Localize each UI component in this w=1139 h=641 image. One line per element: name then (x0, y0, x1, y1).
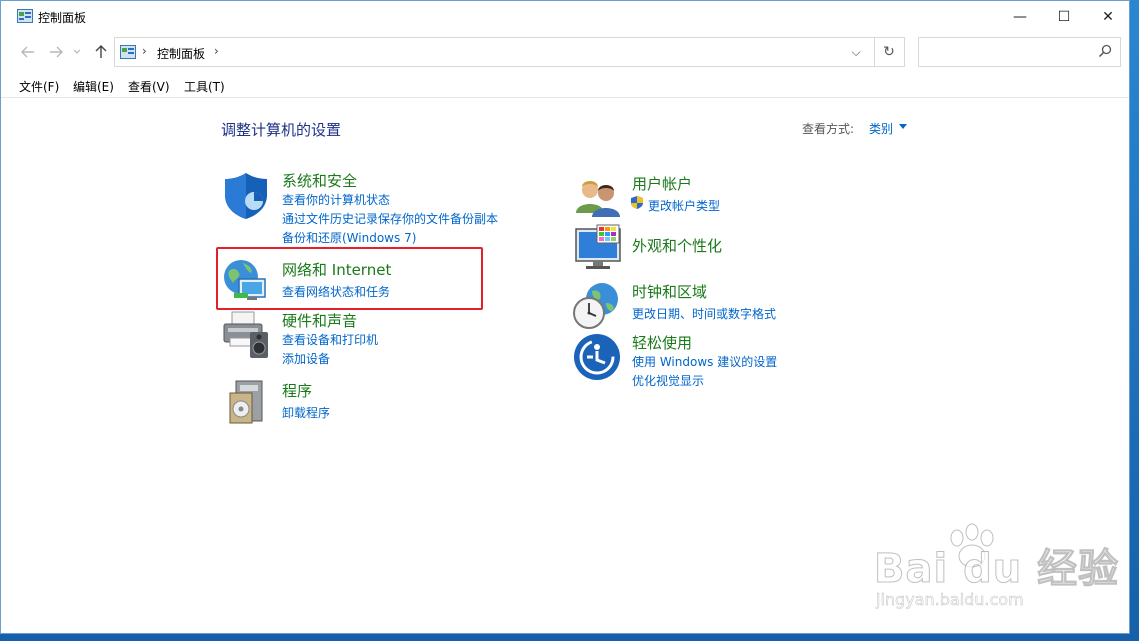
link-optimize-visual-display[interactable]: 优化视觉显示 (632, 372, 704, 389)
chevron-down-icon (73, 49, 81, 54)
link-file-history[interactable]: 通过文件历史记录保存你的文件备份副本 (282, 210, 498, 227)
category-appearance[interactable]: 外观和个性化 (632, 235, 722, 256)
menu-view[interactable]: 查看(V) (128, 78, 170, 95)
refresh-button[interactable]: ↻ (878, 42, 900, 62)
forward-button[interactable] (45, 37, 67, 67)
category-ease-of-access[interactable]: 轻松使用 (632, 332, 692, 353)
link-change-date-format[interactable]: 更改日期、时间或数字格式 (632, 305, 776, 322)
uac-shield-icon (631, 196, 643, 209)
up-button[interactable] (90, 37, 112, 67)
breadcrumb-control-panel[interactable]: 控制面板 (157, 45, 205, 62)
category-system-security[interactable]: 系统和安全 (282, 170, 357, 191)
link-change-account-type[interactable]: 更改帐户类型 (648, 197, 720, 214)
minimize-button[interactable]: — (997, 1, 1043, 32)
shield-icon[interactable] (221, 171, 271, 221)
menu-file[interactable]: 文件(F) (19, 78, 59, 95)
category-clock-region[interactable]: 时钟和区域 (632, 281, 707, 302)
menu-edit[interactable]: 编辑(E) (73, 78, 114, 95)
programs-icon[interactable] (222, 377, 272, 427)
ease-of-access-icon[interactable] (573, 333, 623, 383)
breadcrumb-separator[interactable]: › (214, 44, 219, 58)
clock-globe-icon[interactable] (572, 281, 622, 331)
link-view-computer-status[interactable]: 查看你的计算机状态 (282, 191, 390, 208)
refresh-icon: ↻ (883, 44, 895, 60)
view-by-label: 查看方式: (802, 122, 855, 136)
close-icon: ✕ (1102, 8, 1114, 25)
appearance-icon[interactable] (573, 223, 623, 273)
maximize-icon: ☐ (1057, 8, 1071, 25)
highlight-box (216, 247, 483, 310)
control-panel-icon (120, 45, 136, 59)
title-bar: 控制面板 — ☐ ✕ (1, 1, 1129, 32)
back-button[interactable] (17, 37, 39, 67)
category-user-accounts[interactable]: 用户帐户 (632, 173, 692, 194)
category-hardware-sound[interactable]: 硬件和声音 (282, 310, 357, 331)
link-backup-restore[interactable]: 备份和还原(Windows 7) (282, 229, 416, 246)
watermark-url: jingyan.baidu.com (876, 590, 1024, 610)
search-input[interactable] (918, 37, 1121, 67)
close-button[interactable]: ✕ (1085, 1, 1131, 32)
address-dropdown-button[interactable]: ⌵ (846, 42, 866, 62)
minimize-icon: — (1013, 8, 1027, 25)
category-programs[interactable]: 程序 (282, 380, 312, 401)
forward-arrow-icon (50, 46, 63, 58)
window-title: 控制面板 (38, 11, 87, 25)
dropdown-arrow-icon[interactable] (899, 124, 907, 129)
address-divider (874, 38, 875, 66)
menu-tools[interactable]: 工具(T) (184, 78, 225, 95)
watermark-text: Bai du 经验 (873, 546, 1120, 593)
control-panel-icon (17, 9, 33, 23)
link-uninstall-program[interactable]: 卸载程序 (282, 404, 330, 421)
maximize-button[interactable]: ☐ (1041, 1, 1087, 32)
link-devices-printers[interactable]: 查看设备和打印机 (282, 331, 378, 348)
recent-locations-button[interactable] (70, 37, 84, 67)
address-bar[interactable]: › 控制面板 › ⌵ ↻ (114, 37, 905, 67)
breadcrumb-separator[interactable]: › (142, 44, 147, 58)
navigation-bar: › 控制面板 › ⌵ ↻ (1, 37, 1129, 69)
link-add-device[interactable]: 添加设备 (282, 350, 330, 367)
link-recommended-settings[interactable]: 使用 Windows 建议的设置 (632, 353, 777, 370)
up-arrow-icon (95, 45, 107, 58)
search-icon (1098, 44, 1112, 58)
view-by-dropdown[interactable]: 类别 (869, 120, 893, 137)
printer-icon[interactable] (220, 310, 270, 360)
menu-bar: 文件(F) 编辑(E) 查看(V) 工具(T) (1, 77, 1129, 98)
users-icon[interactable] (573, 173, 623, 223)
back-arrow-icon (21, 46, 34, 58)
page-title: 调整计算机的设置 (221, 121, 342, 139)
chevron-down-icon: ⌵ (851, 44, 861, 59)
